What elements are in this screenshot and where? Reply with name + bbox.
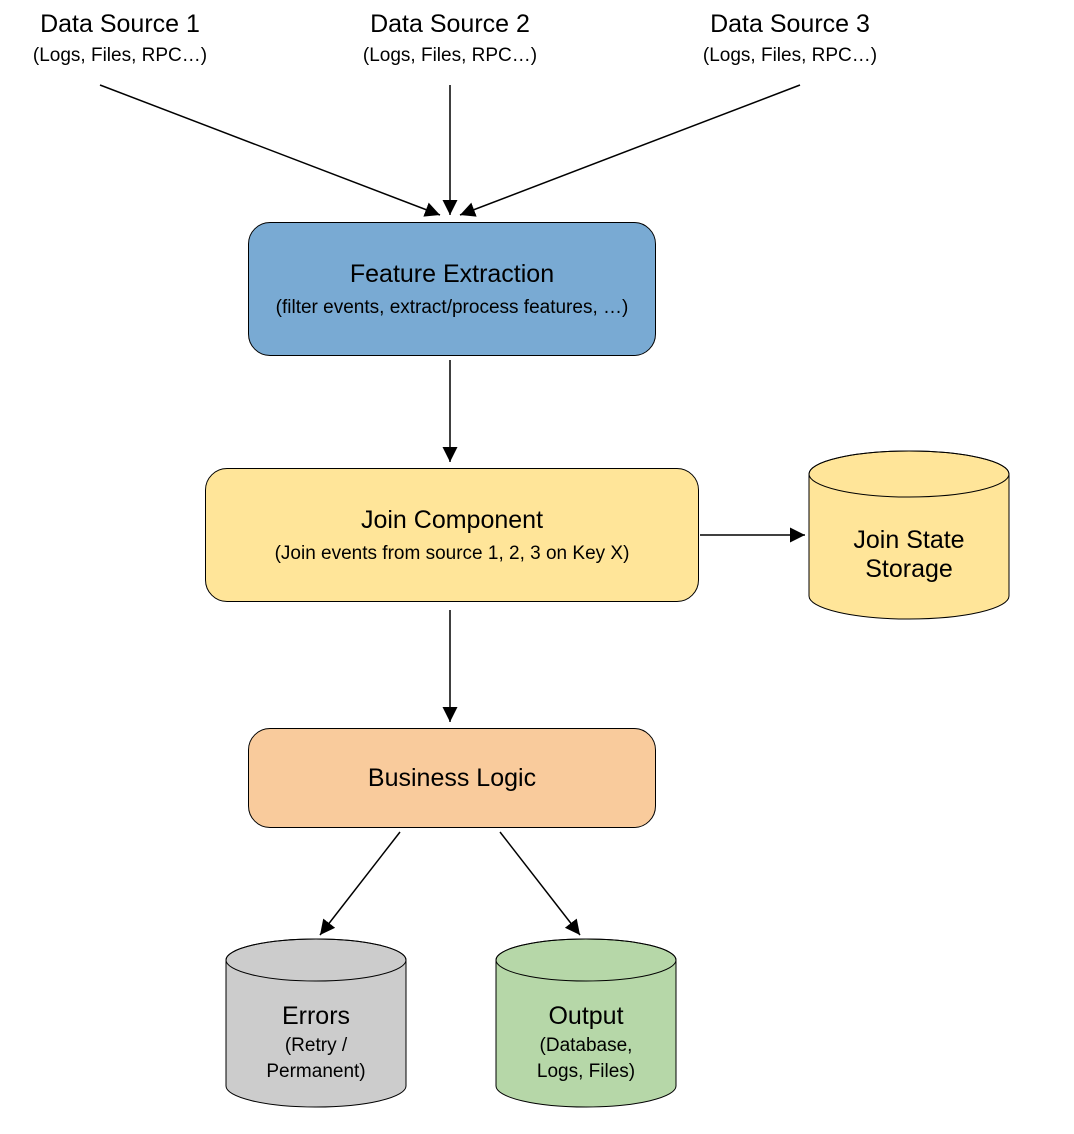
output-storage: Output (Database, Logs, Files) xyxy=(495,938,677,1108)
data-source-1-title: Data Source 1 xyxy=(10,10,230,39)
data-source-3-title: Data Source 3 xyxy=(680,10,900,39)
data-source-2-sub: (Logs, Files, RPC…) xyxy=(340,45,560,67)
data-source-1: Data Source 1 (Logs, Files, RPC…) xyxy=(10,10,230,67)
business-logic-node: Business Logic xyxy=(248,728,656,828)
errors-storage: Errors (Retry / Permanent) xyxy=(225,938,407,1108)
output-sub1: (Database, xyxy=(540,1035,633,1057)
join-state-storage-line2: Storage xyxy=(865,555,953,584)
diagram-canvas: Data Source 1 (Logs, Files, RPC…) Data S… xyxy=(0,0,1074,1134)
join-component-sub: (Join events from source 1, 2, 3 on Key … xyxy=(275,543,630,565)
feature-extraction-node: Feature Extraction (filter events, extra… xyxy=(248,222,656,356)
output-sub2: Logs, Files) xyxy=(537,1061,635,1083)
business-logic-title: Business Logic xyxy=(368,764,536,793)
errors-title: Errors xyxy=(282,1002,350,1031)
output-title: Output xyxy=(548,1002,623,1031)
join-state-storage-line1: Join State xyxy=(853,526,964,555)
data-source-3: Data Source 3 (Logs, Files, RPC…) xyxy=(680,10,900,67)
data-source-2: Data Source 2 (Logs, Files, RPC…) xyxy=(340,10,560,67)
errors-sub2: Permanent) xyxy=(266,1061,365,1083)
data-source-2-title: Data Source 2 xyxy=(340,10,560,39)
join-component-title: Join Component xyxy=(361,506,543,535)
join-state-storage: Join State Storage xyxy=(808,450,1010,620)
feature-extraction-title: Feature Extraction xyxy=(350,260,554,289)
data-source-1-sub: (Logs, Files, RPC…) xyxy=(10,45,230,67)
feature-extraction-sub: (filter events, extract/process features… xyxy=(276,297,629,319)
data-source-3-sub: (Logs, Files, RPC…) xyxy=(680,45,900,67)
errors-sub1: (Retry / xyxy=(285,1035,347,1057)
join-component-node: Join Component (Join events from source … xyxy=(205,468,699,602)
